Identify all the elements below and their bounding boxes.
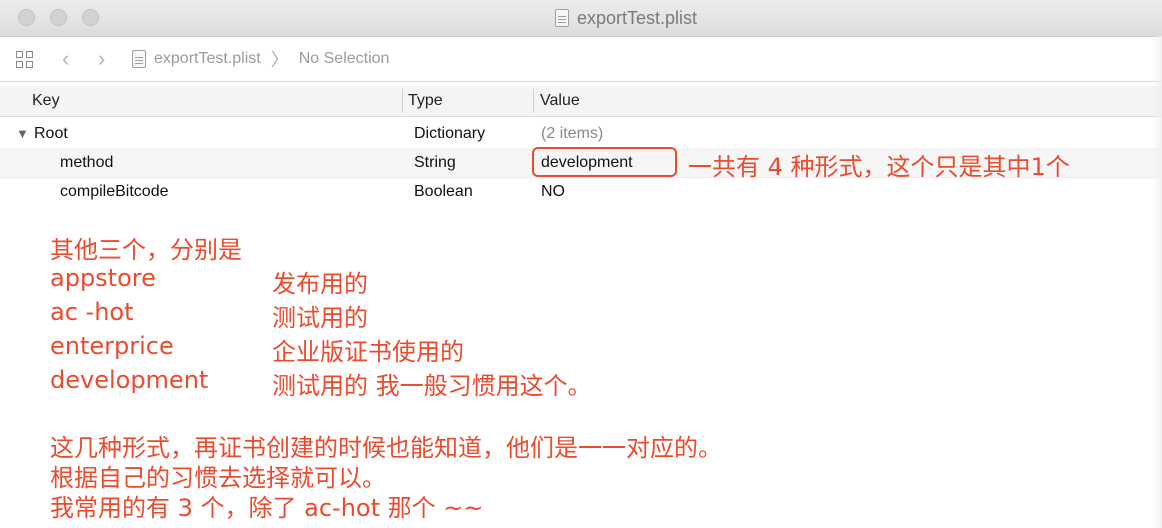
plist-file-icon (132, 50, 146, 68)
row-type[interactable]: Dictionary (414, 119, 485, 148)
row-key: Root (34, 124, 68, 142)
side-annotation: 一共有 4 种形式，这个只是其中1个 (688, 153, 1070, 181)
row-key[interactable]: compileBitcode (60, 177, 169, 206)
table-header: Key Type Value (0, 86, 1162, 117)
grid-icon (16, 50, 33, 68)
breadcrumb-file[interactable]: exportTest.plist (154, 50, 261, 68)
chevron-left-icon: ‹ (62, 46, 70, 71)
highlight-box (532, 147, 677, 177)
title-bar: exportTest.plist (0, 0, 1162, 37)
annotation-paragraph: 我常用的有 3 个，除了 ac-hot 那个 ~~ (50, 494, 484, 522)
table-row[interactable]: ▼ Root Dictionary (2 items) (0, 119, 1162, 148)
row-value[interactable]: NO (541, 177, 565, 206)
method-desc: 测试用的 (272, 304, 368, 332)
row-type[interactable]: String (414, 148, 456, 177)
window-title: exportTest.plist (555, 7, 697, 29)
jump-bar: ‹ › exportTest.plist 〉 No Selection (0, 37, 1162, 82)
column-divider[interactable] (533, 89, 534, 113)
column-header-value[interactable]: Value (540, 86, 580, 116)
breadcrumb-separator-icon: 〉 (270, 50, 289, 70)
annotation-heading: 其他三个，分别是 (50, 236, 242, 264)
related-items-button[interactable] (16, 37, 33, 81)
column-header-key[interactable]: Key (32, 86, 60, 116)
disclosure-triangle-icon[interactable]: ▼ (16, 119, 29, 148)
row-type[interactable]: Boolean (414, 177, 473, 206)
method-desc: 企业版证书使用的 (272, 338, 464, 366)
method-desc: 测试用的 我一般习惯用这个。 (272, 372, 592, 400)
document-icon (555, 9, 569, 27)
back-button[interactable]: ‹ (62, 37, 69, 81)
method-name: enterprice (50, 332, 174, 360)
minimize-window-button[interactable] (50, 9, 67, 26)
breadcrumb-selection[interactable]: No Selection (299, 50, 390, 68)
method-name: appstore (50, 264, 156, 292)
row-key[interactable]: method (60, 148, 113, 177)
close-window-button[interactable] (18, 9, 35, 26)
breadcrumb: exportTest.plist 〉 No Selection (132, 37, 389, 81)
window-edge-shadow (1152, 36, 1162, 528)
method-desc: 发布用的 (272, 270, 368, 298)
column-divider[interactable] (402, 89, 403, 113)
window-title-text: exportTest.plist (577, 7, 698, 28)
column-header-type[interactable]: Type (408, 86, 443, 116)
method-name: ac -hot (50, 298, 134, 326)
chevron-right-icon: › (98, 46, 106, 71)
forward-button[interactable]: › (98, 37, 105, 81)
zoom-window-button[interactable] (82, 9, 99, 26)
method-name: development (50, 366, 209, 394)
row-value: (2 items) (541, 124, 604, 142)
